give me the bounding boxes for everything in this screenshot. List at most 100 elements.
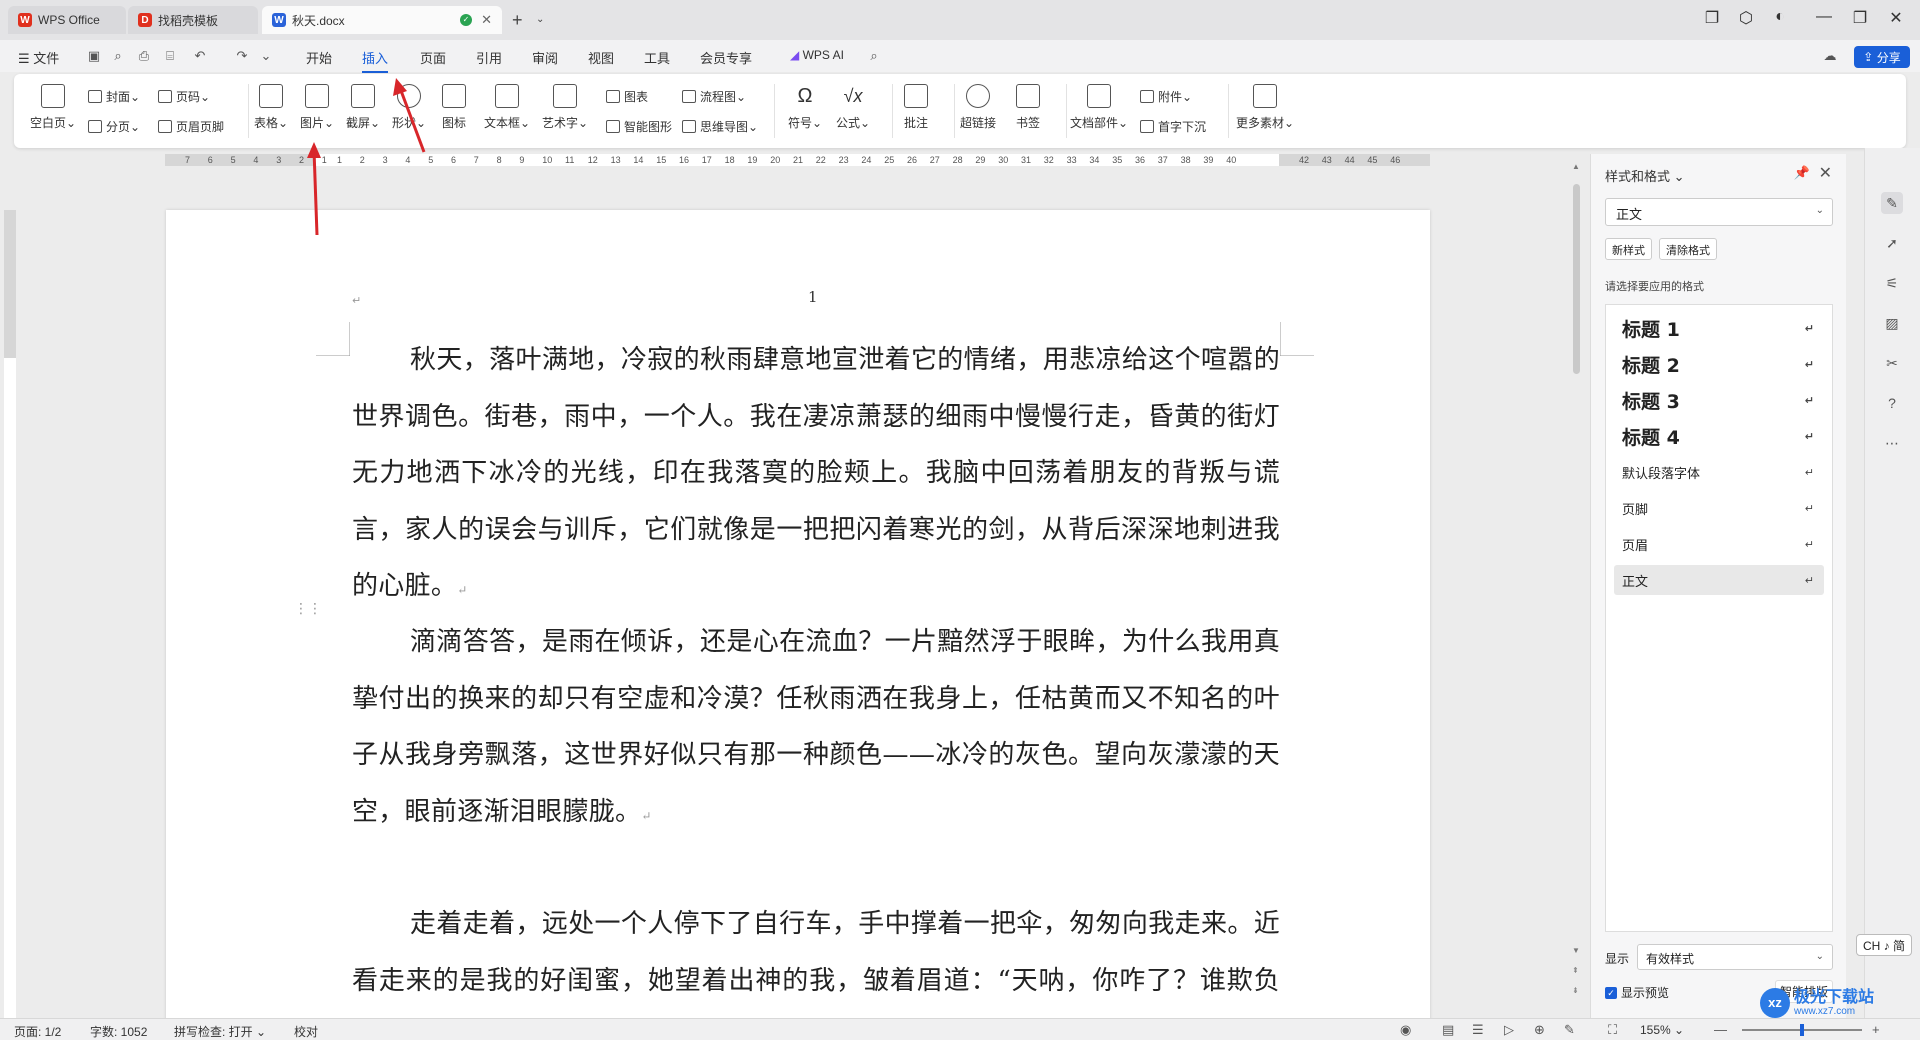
style-item[interactable]: 默认段落字体 ↵ [1614,457,1824,487]
shape-button[interactable]: 形状⌄ [392,84,426,131]
undo-icon[interactable]: ↶ [192,49,208,63]
new-tab-icon[interactable]: + [512,10,523,31]
doc-parts-button[interactable]: 文档部件⌄ [1070,84,1128,131]
header-footer-button[interactable]: 页眉页脚 [158,118,224,135]
table-button[interactable]: 表格⌄ [254,84,288,131]
outline-view-icon[interactable]: ☰ [1472,1022,1484,1038]
current-style-select[interactable]: 正文 ⌄ [1605,198,1833,226]
pin-icon[interactable]: 📌 [1794,165,1810,181]
menu-file[interactable]: ☰ 文件 [18,48,59,67]
horizontal-ruler[interactable]: 7 6 5 4 3 2 1 1 2 3 4 5 6 7 8 9 10 11 12 13 14 15 16 17 18 19 20 21… [165,154,1430,166]
picture-button[interactable]: 图片⌄ [300,84,334,131]
word-count[interactable]: 字数: 1052 [90,1023,147,1040]
style-item[interactable]: 正文 ↵ [1614,565,1824,595]
scroll-down-icon[interactable]: ▼ [1572,946,1580,955]
pen-mode-icon[interactable]: ✎ [1564,1022,1575,1038]
vertical-scrollbar[interactable]: ▲ ▼ ⇞ ⇟ [1570,156,1582,1020]
menu-start[interactable]: 开始 [306,48,332,67]
blank-page-button[interactable]: 空白页⌄ [30,84,76,131]
play-icon[interactable]: ▷ [1504,1022,1514,1038]
next-page-icon[interactable]: ⇟ [1572,986,1579,995]
zoom-in-icon[interactable]: + [1872,1022,1880,1037]
menu-review[interactable]: 审阅 [532,48,558,67]
new-style-button[interactable]: 新样式 [1605,238,1652,260]
screenshot-button[interactable]: 截屏⌄ [346,84,380,131]
redo-icon[interactable]: ↷ [234,49,250,63]
pen-icon[interactable]: ✎ [1881,192,1903,214]
paragraph-2[interactable]: 滴滴答答，是雨在倾诉，还是心在流血？一片黯然浮于眼眸，为什么我用真挚付出的换来的… [352,614,1280,844]
symbol-button[interactable]: Ω 符号⌄ [788,84,822,131]
more-icon[interactable]: ⋯ [1881,432,1903,454]
share-button[interactable]: ⇪ 分享 [1854,46,1910,68]
vertical-ruler[interactable] [4,210,16,1020]
ime-indicator[interactable]: CH ♪ 简 [1856,934,1912,956]
chevron-down-icon[interactable]: ⌄ [258,49,274,63]
scrollbar-thumb[interactable] [1573,184,1580,374]
page-break-button[interactable]: 分页 ⌄ [88,118,140,135]
menu-page[interactable]: 页面 [420,48,446,67]
formula-button[interactable]: √x 公式⌄ [836,84,870,131]
document-page[interactable]: ↵ 1 ⋮⋮ 秋天，落叶满地，冷寂的秋雨肆意地宣泄着它的情绪，用悲凉给这个喧嚣的… [166,210,1430,1040]
hyperlink-button[interactable]: 超链接 [960,84,996,131]
chevron-down-icon[interactable]: ⌄ [536,14,544,25]
cloud-sync-icon[interactable]: ☁ [1822,49,1838,63]
close-icon[interactable]: ✕ [1819,163,1832,183]
icon-button[interactable]: 图标 [442,84,466,131]
paragraph-1[interactable]: 秋天，落叶满地，冷寂的秋雨肆意地宣泄着它的情绪，用悲凉给这个喧嚣的世界调色。街巷… [352,332,1280,619]
style-item[interactable]: 标题 3 ↵ [1614,385,1824,415]
bookmark-button[interactable]: 书签 [1016,84,1040,131]
page-view-icon[interactable]: ▤ [1442,1022,1454,1038]
tab-document[interactable]: W 秋天.docx ✓ ✕ [262,6,502,34]
select-pointer-icon[interactable]: ➚ [1881,232,1903,254]
drag-handle-icon[interactable]: ⋮⋮ [294,600,322,617]
zoom-out-icon[interactable]: — [1714,1022,1727,1037]
cover-button[interactable]: 封面 ⌄ [88,88,140,105]
prev-page-icon[interactable]: ⇞ [1572,966,1579,975]
close-window-icon[interactable]: ✕ [1882,8,1910,28]
more-material-button[interactable]: 更多素材⌄ [1236,84,1294,131]
find-icon[interactable]: ⌕ [110,49,126,63]
tools-icon[interactable]: ✂ [1881,352,1903,374]
eye-icon[interactable]: ◉ [1400,1022,1411,1038]
tab-wps-office[interactable]: W WPS Office [8,6,126,34]
comment-button[interactable]: 批注 [904,84,928,131]
chart-button[interactable]: 图表 [606,88,648,105]
search-icon[interactable]: ⌕ [866,49,882,63]
scroll-up-icon[interactable]: ▲ [1572,162,1580,171]
spellcheck-toggle[interactable]: 拼写检查: 打开 ⌄ [174,1023,266,1040]
zoom-slider-handle[interactable] [1800,1024,1804,1036]
menu-view[interactable]: 视图 [588,48,614,67]
close-tab-icon[interactable]: ✕ [481,12,492,28]
web-view-icon[interactable]: ⊕ [1534,1022,1545,1038]
menu-reference[interactable]: 引用 [476,48,502,67]
wps-ai-button[interactable]: ◢ WPS AI [790,48,844,62]
drop-cap-button[interactable]: 首字下沉 [1140,118,1206,135]
menu-tools[interactable]: 工具 [644,48,670,67]
clear-format-button[interactable]: 清除格式 [1659,238,1717,260]
display-select[interactable]: 有效样式 ⌄ [1637,944,1833,970]
style-item[interactable]: 页脚 ↵ [1614,493,1824,523]
help-icon[interactable]: ? [1881,392,1903,414]
tab-docer-templates[interactable]: D 找稻壳模板 [128,6,258,34]
print-preview-icon[interactable]: ⌸ [162,49,178,63]
show-preview-checkbox[interactable]: ✓ 显示预览 [1605,984,1669,1001]
image-edit-icon[interactable]: ▨ [1881,312,1903,334]
style-item[interactable]: 标题 1 ↵ [1614,313,1824,343]
fit-page-icon[interactable]: ⛶ [1608,1022,1617,1038]
print-icon[interactable]: ⎙ [136,49,152,63]
mindmap-button[interactable]: 思维导图 ⌄ [682,118,758,135]
style-item[interactable]: 页眉 ↵ [1614,529,1824,559]
cube-icon[interactable]: ⬡ [1732,8,1760,28]
page-indicator[interactable]: 页面: 1/2 [14,1023,61,1040]
menu-insert[interactable]: 插入 [362,48,389,73]
menu-member[interactable]: 会员专享 [700,48,752,67]
zoom-level[interactable]: 155% ⌄ [1640,1023,1684,1037]
restore-icon[interactable]: ❐ [1846,8,1874,28]
proof-button[interactable]: 校对 [294,1023,318,1040]
save-icon[interactable]: ▣ [86,49,102,63]
page-number-button[interactable]: 页码 ⌄ [158,88,210,105]
minimize-icon[interactable]: — [1810,8,1838,26]
wordart-button[interactable]: 艺术字⌄ [542,84,588,131]
sliders-icon[interactable]: ⚟ [1881,272,1903,294]
avatar[interactable]: ◐ [1766,8,1794,26]
